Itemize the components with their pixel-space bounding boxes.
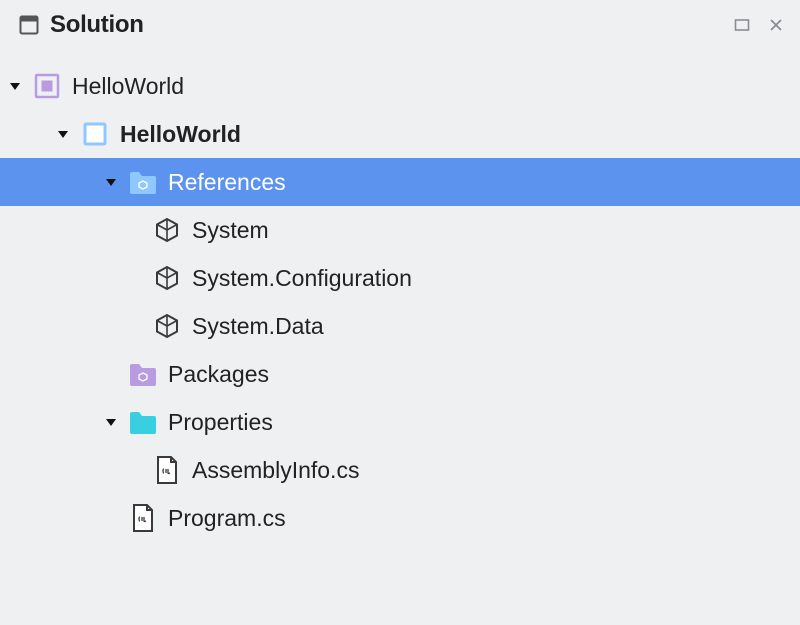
node-label: Program.cs: [168, 505, 286, 532]
references-folder-icon: [128, 167, 158, 197]
csharp-file-icon: [128, 503, 158, 533]
tree-node-solution[interactable]: HelloWorld: [0, 62, 800, 110]
properties-folder-icon: [128, 407, 158, 437]
tree-node-project[interactable]: HelloWorld: [0, 110, 800, 158]
tree-node-references[interactable]: References: [0, 158, 800, 206]
panel-header-actions: [732, 15, 786, 35]
node-label: System.Configuration: [192, 265, 412, 292]
tree-node-reference[interactable]: System.Data: [0, 302, 800, 350]
tree-node-reference[interactable]: System: [0, 206, 800, 254]
tree-node-packages[interactable]: Packages: [0, 350, 800, 398]
node-label: System.Data: [192, 313, 324, 340]
assembly-icon: [152, 263, 182, 293]
expand-toggle[interactable]: [100, 411, 122, 433]
tree-node-file[interactable]: Program.cs: [0, 494, 800, 542]
node-label: HelloWorld: [72, 73, 184, 100]
panel-header: Solution: [0, 0, 800, 48]
solution-explorer-panel: Solution HelloWorld: [0, 0, 800, 625]
project-icon: [80, 119, 110, 149]
node-label: AssemblyInfo.cs: [192, 457, 359, 484]
expand-toggle[interactable]: [100, 171, 122, 193]
tree-node-properties[interactable]: Properties: [0, 398, 800, 446]
assembly-icon: [152, 215, 182, 245]
csharp-file-icon: [152, 455, 182, 485]
expand-toggle[interactable]: [4, 75, 26, 97]
tree-node-file[interactable]: AssemblyInfo.cs: [0, 446, 800, 494]
expand-toggle[interactable]: [52, 123, 74, 145]
packages-folder-icon: [128, 359, 158, 389]
node-label: Properties: [168, 409, 273, 436]
panel-icon: [18, 14, 40, 36]
minimize-button[interactable]: [732, 15, 752, 35]
close-button[interactable]: [766, 15, 786, 35]
node-label: Packages: [168, 361, 269, 388]
node-label: References: [168, 169, 286, 196]
solution-tree[interactable]: HelloWorld HelloWorld: [0, 48, 800, 542]
tree-node-reference[interactable]: System.Configuration: [0, 254, 800, 302]
assembly-icon: [152, 311, 182, 341]
node-label: System: [192, 217, 269, 244]
panel-title: Solution: [50, 11, 732, 39]
solution-icon: [32, 71, 62, 101]
node-label: HelloWorld: [120, 121, 241, 148]
